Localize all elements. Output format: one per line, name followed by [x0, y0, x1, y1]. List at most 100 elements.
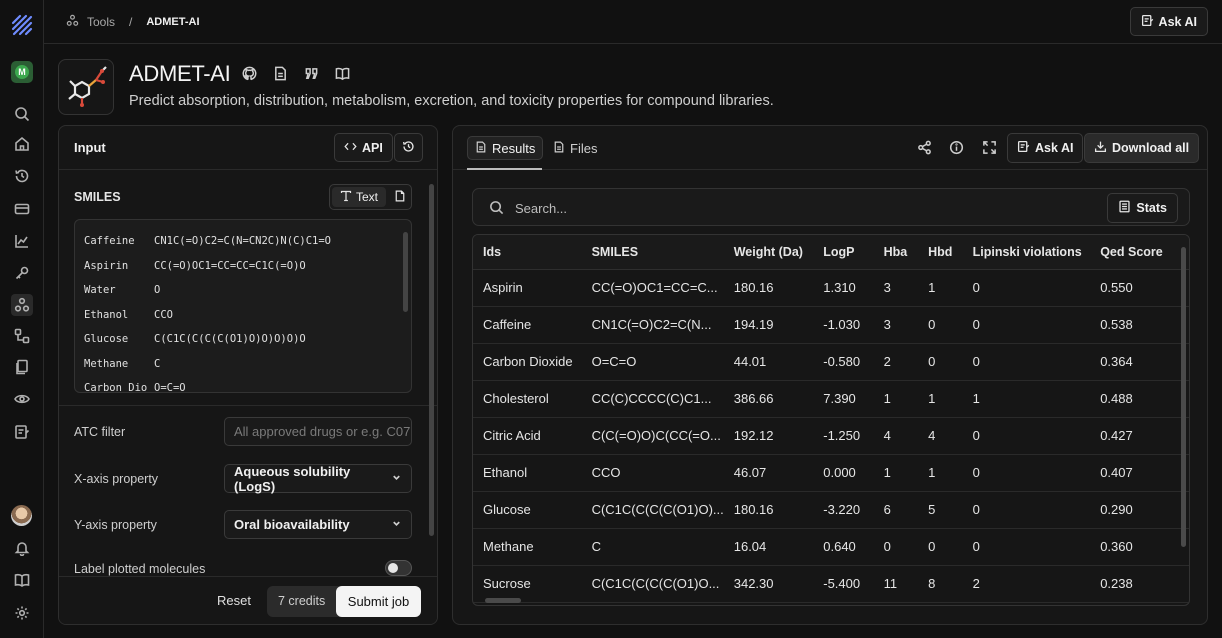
table-row[interactable]: Sucrose C(C1C(C(C(C(O1)O... 342.30 -5.400 11… — [473, 565, 1189, 603]
workspace-avatar[interactable]: M — [11, 61, 33, 83]
table-cell: 3 — [873, 306, 919, 344]
breadcrumb-root[interactable]: Tools — [87, 15, 115, 29]
label-plotted-label: Label plotted molecules — [74, 562, 206, 576]
table-cell: 46.07 — [723, 454, 814, 492]
submit-job-button[interactable]: Submit job — [336, 586, 421, 617]
ask-ai-icon — [1141, 14, 1154, 30]
y-axis-select[interactable]: Oral bioavailability — [224, 510, 412, 539]
input-panel-scrollbar[interactable] — [429, 184, 434, 536]
user-avatar[interactable] — [11, 505, 32, 526]
share-icon[interactable] — [916, 139, 933, 156]
docs-book-icon[interactable] — [335, 66, 350, 84]
table-cell: 0 — [918, 306, 963, 344]
table-vertical-scrollbar[interactable] — [1181, 247, 1186, 547]
table-cell: 16.04 — [723, 528, 814, 566]
y-axis-label: Y-axis property — [74, 518, 157, 532]
files-icon[interactable] — [13, 358, 31, 376]
app-logo-icon[interactable] — [10, 13, 34, 37]
column-header[interactable]: Ids — [473, 235, 582, 270]
workflow-icon[interactable] — [13, 327, 31, 345]
table-cell: 0.238 — [1090, 565, 1189, 603]
tools-icon[interactable] — [11, 294, 33, 316]
y-axis-value: Oral bioavailability — [234, 517, 350, 532]
table-cell: 1 — [873, 454, 919, 492]
api-button[interactable]: API — [334, 133, 393, 162]
fullscreen-icon[interactable] — [981, 139, 998, 156]
column-header[interactable]: Hbd — [918, 235, 963, 270]
table-cell: 44.01 — [723, 343, 814, 381]
key-icon[interactable] — [13, 264, 31, 282]
column-header[interactable]: Hba — [873, 235, 919, 270]
table-row[interactable]: Cholesterol CC(C)CCCC(C)C1... 386.66 7.390 1… — [473, 380, 1189, 418]
active-tab-indicator — [467, 168, 542, 170]
ask-ai-label: Ask AI — [1035, 141, 1074, 155]
tool-links — [242, 66, 350, 84]
results-search-input[interactable] — [515, 198, 1055, 218]
history-button[interactable] — [394, 133, 423, 162]
download-all-button[interactable]: Download all — [1084, 133, 1200, 163]
file-icon — [394, 190, 406, 205]
settings-gear-icon[interactable] — [13, 604, 31, 622]
eye-icon[interactable] — [13, 390, 31, 408]
bell-icon[interactable] — [13, 539, 31, 557]
stats-button[interactable]: Stats — [1107, 193, 1178, 223]
chart-icon[interactable] — [13, 232, 31, 250]
table-cell: 7.390 — [813, 380, 874, 418]
column-header[interactable]: Qed Score — [1090, 235, 1189, 270]
file-mode-button[interactable] — [388, 185, 411, 209]
history-icon[interactable] — [13, 167, 31, 185]
table-row[interactable]: Glucose C(C1C(C(C(C(O1)O)... 180.16 -3.220 6… — [473, 491, 1189, 529]
tab-files[interactable]: Files — [553, 136, 597, 160]
billing-card-icon[interactable] — [13, 200, 31, 218]
table-cell: 1 — [918, 454, 963, 492]
table-row[interactable]: Ethanol CCO 46.07 0.000 1 1 0 0.407 — [473, 454, 1189, 492]
document-icon[interactable] — [273, 66, 288, 84]
column-header[interactable]: LogP — [813, 235, 874, 270]
table-row[interactable]: Methane C 16.04 0.640 0 0 0 0.360 — [473, 528, 1189, 566]
column-header[interactable]: SMILES — [581, 235, 724, 270]
table-row[interactable]: Citric Acid C(C(=O)O)C(CC(=O... 192.12 -1.2… — [473, 417, 1189, 455]
table-cell: Glucose — [473, 491, 582, 529]
text-mode-button[interactable]: Text — [332, 187, 386, 207]
table-cell: -1.030 — [813, 306, 874, 344]
results-ask-ai-button[interactable]: Ask AI — [1007, 133, 1084, 163]
code-icon — [344, 140, 357, 156]
table-row[interactable]: Aspirin CC(=O)OC1=CC=C... 180.16 1.310 3 1 0 0.… — [473, 269, 1189, 307]
x-axis-select[interactable]: Aqueous solubility (LogS) — [224, 464, 412, 494]
download-icon — [1094, 140, 1107, 156]
home-icon[interactable] — [13, 135, 31, 153]
table-cell: 0 — [962, 528, 1091, 566]
input-panel: Input API SMILES Text Caffeine CN1C(=O)C2… — [58, 125, 438, 625]
docs-book-icon[interactable] — [13, 571, 31, 589]
table-cell: 0.640 — [813, 528, 874, 566]
table-cell: 2 — [962, 565, 1091, 603]
search-icon[interactable] — [13, 105, 31, 123]
table-cell: 0 — [873, 528, 919, 566]
table-row[interactable]: Carbon Dioxide O=C=O 44.01 -0.580 2 0 0 0.364 — [473, 343, 1189, 381]
notes-icon[interactable] — [13, 423, 31, 441]
credits-pill: 7 credits Submit job — [267, 586, 421, 617]
api-label: API — [362, 140, 383, 155]
label-plotted-toggle[interactable] — [385, 560, 412, 576]
table-cell: 0.360 — [1090, 528, 1189, 566]
info-icon[interactable] — [948, 139, 965, 156]
results-search-bar: Stats — [472, 188, 1190, 226]
table-cell: 0 — [962, 269, 1091, 307]
table-row[interactable]: Caffeine CN1C(=O)C2=C(N... 194.19 -1.030 3 0 0… — [473, 306, 1189, 344]
workspace-initial: M — [15, 65, 29, 79]
tab-results[interactable]: Results — [467, 136, 544, 160]
table-cell: 1 — [962, 380, 1091, 418]
column-header[interactable]: Weight (Da) — [723, 235, 814, 270]
column-header[interactable]: Lipinski violations — [962, 235, 1091, 270]
citation-quote-icon[interactable] — [304, 66, 319, 84]
breadcrumb-current: ADMET-AI — [146, 16, 200, 28]
ask-ai-button[interactable]: Ask AI — [1129, 7, 1208, 36]
table-cell: CC(=O)OC1=CC=C... — [581, 269, 724, 307]
atc-filter-input[interactable]: All approved drugs or e.g. C07 — [224, 417, 412, 446]
table-cell: 192.12 — [723, 417, 814, 455]
github-icon[interactable] — [242, 66, 257, 84]
reset-button[interactable]: Reset — [217, 593, 251, 608]
textarea-scrollbar[interactable] — [403, 232, 408, 312]
table-horizontal-scrollbar[interactable] — [485, 598, 521, 603]
smiles-textarea[interactable]: Caffeine CN1C(=O)C2=C(N=CN2C)N(C)C1=O Asp… — [74, 219, 412, 393]
